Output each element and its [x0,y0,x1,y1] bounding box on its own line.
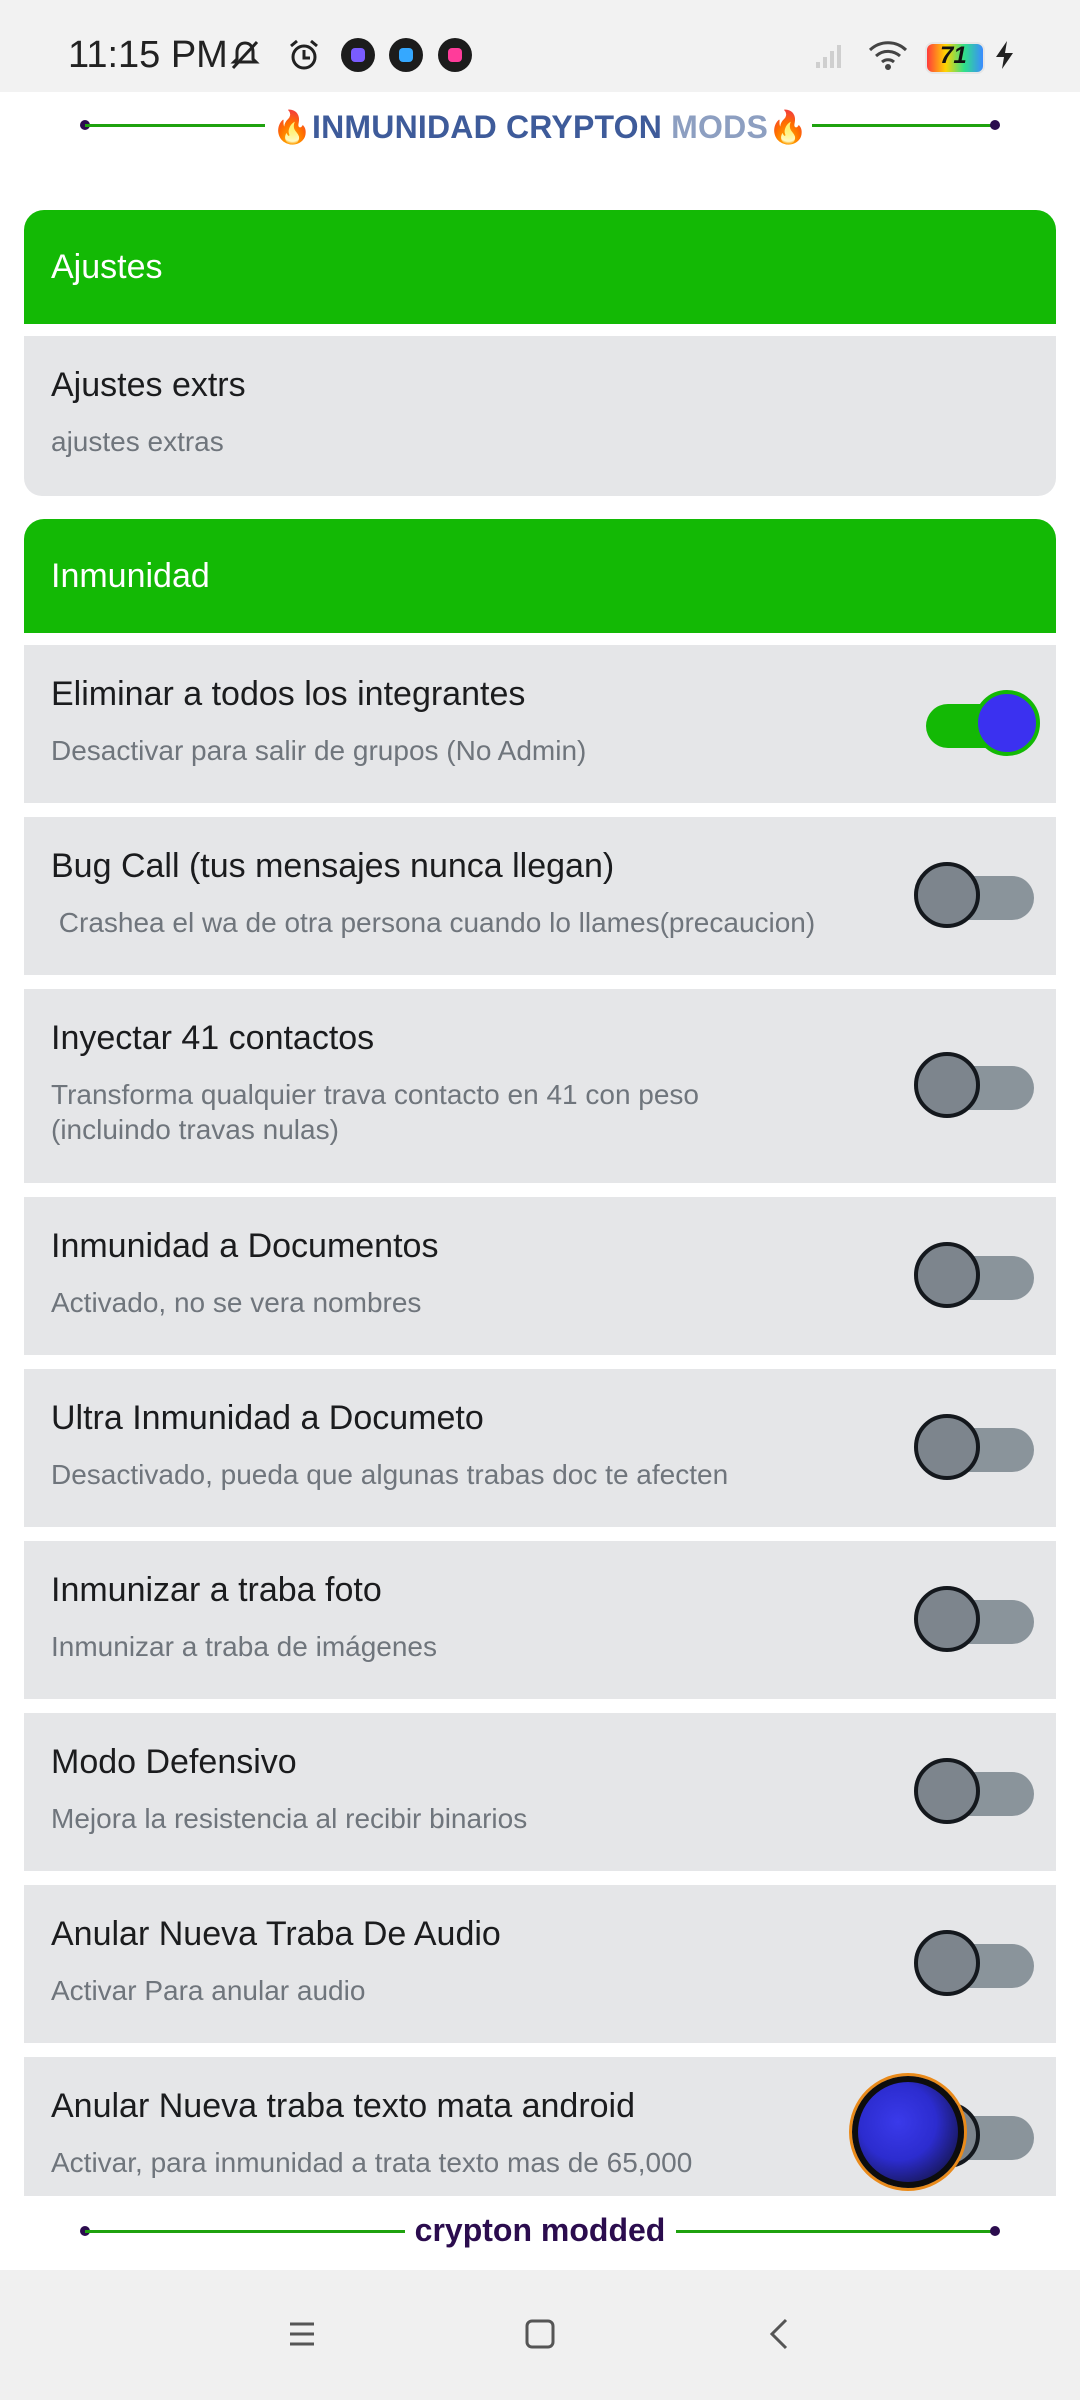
home-icon[interactable] [508,2302,572,2366]
switch-subtitle: Activado, no se vera nombres [51,1287,422,1318]
app-notification-icon [438,38,472,72]
settings-item-subtitle: ajustes extras [51,426,224,457]
switch-subtitle: Activar, para inmunidad a trata texto ma… [51,2147,693,2178]
fire-icon: 🔥 [767,109,809,145]
switch-title: Modo Defensivo [51,1743,297,1781]
floating-overlay-bubble[interactable] [852,2076,964,2188]
footer-right-dot [990,2226,1000,2236]
app-title: 🔥INMUNIDAD CRYPTON MODS🔥 [0,108,1080,146]
toggle-switch[interactable] [914,1414,1044,1480]
charging-icon [996,41,1013,69]
switch-subtitle: Desactivar para salir de grupos (No Admi… [51,735,587,766]
system-nav-bar [0,2270,1080,2400]
switch-title: Anular Nueva traba texto mata android [51,2087,636,2125]
app-title-suffix: MODS [662,109,768,145]
notifications-muted-icon [230,40,260,70]
switch-row-traba-foto[interactable]: Inmunizar a traba foto Inmunizar a traba… [24,1541,1056,1699]
switch-row-eliminar-integrantes[interactable]: Eliminar a todos los integrantes Desacti… [24,645,1056,803]
toggle-switch[interactable] [914,862,1044,928]
settings-item-ajustes-extras[interactable]: Ajustes extrs ajustes extras [24,336,1056,496]
status-bar: 11:15 PM 71 [0,0,1080,92]
toggle-switch[interactable] [914,1052,1044,1118]
settings-item-title: Ajustes extrs [51,366,246,404]
signal-icon [816,45,841,68]
header-right-line [812,124,998,127]
switch-subtitle: Crashea el wa de otra persona cuando lo … [51,907,816,938]
section-header-inmunidad: Inmunidad [24,519,1056,633]
footer-right-line [676,2230,998,2233]
switch-title: Ultra Inmunidad a Documeto [51,1399,484,1437]
switch-row-ultra-inmunidad[interactable]: Ultra Inmunidad a Documeto Desactivado, … [24,1369,1056,1527]
switch-subtitle: Transforma qualquier trava contacto en 4… [51,1079,700,1145]
app-title-main: INMUNIDAD CRYPTON [312,109,663,145]
alarm-icon [290,39,318,70]
switch-row-inyectar-contactos[interactable]: Inyectar 41 contactos Transforma qualqui… [24,989,1056,1183]
toggle-switch[interactable] [914,1930,1044,1996]
section-title: Inmunidad [51,557,210,595]
header-right-dot [990,120,1000,130]
status-time: 11:15 PM [68,34,228,76]
switch-row-bug-call[interactable]: Bug Call (tus mensajes nunca llegan) Cra… [24,817,1056,975]
toggle-switch[interactable] [914,1242,1044,1308]
switch-title: Bug Call (tus mensajes nunca llegan) [51,847,615,885]
switch-title: Anular Nueva Traba De Audio [51,1915,501,1953]
back-icon[interactable] [748,2302,812,2366]
switch-title: Inmunidad a Documentos [51,1227,439,1265]
fire-icon: 🔥 [271,109,313,145]
switch-subtitle: Mejora la resistencia al recibir binario… [51,1803,528,1834]
switch-row-modo-defensivo[interactable]: Modo Defensivo Mejora la resistencia al … [24,1713,1056,1871]
app-notification-icon [389,38,423,72]
app-header: 🔥INMUNIDAD CRYPTON MODS🔥 [0,92,1080,172]
section-header-ajustes: Ajustes [24,210,1056,324]
switch-title: Inmunizar a traba foto [51,1571,382,1609]
switch-title: Inyectar 41 contactos [51,1019,375,1057]
toggle-switch[interactable] [914,1586,1044,1652]
menu-icon[interactable] [270,2302,334,2366]
switch-title: Eliminar a todos los integrantes [51,675,526,713]
switch-subtitle: Activar Para anular audio [51,1975,366,2006]
toggle-switch[interactable] [914,690,1044,756]
switch-row-traba-audio[interactable]: Anular Nueva Traba De Audio Activar Para… [24,1885,1056,2043]
wifi-icon [868,41,908,70]
battery-level: 71 [940,42,967,69]
switch-subtitle: Inmunizar a traba de imágenes [51,1631,437,1662]
app-notification-icon [341,38,375,72]
toggle-switch[interactable] [914,1758,1044,1824]
section-title: Ajustes [51,248,163,286]
footer: crypton modded [0,2196,1080,2266]
switch-row-inmunidad-documentos[interactable]: Inmunidad a Documentos Activado, no se v… [24,1197,1056,1355]
switch-subtitle: Desactivado, pueda que algunas trabas do… [51,1459,729,1490]
